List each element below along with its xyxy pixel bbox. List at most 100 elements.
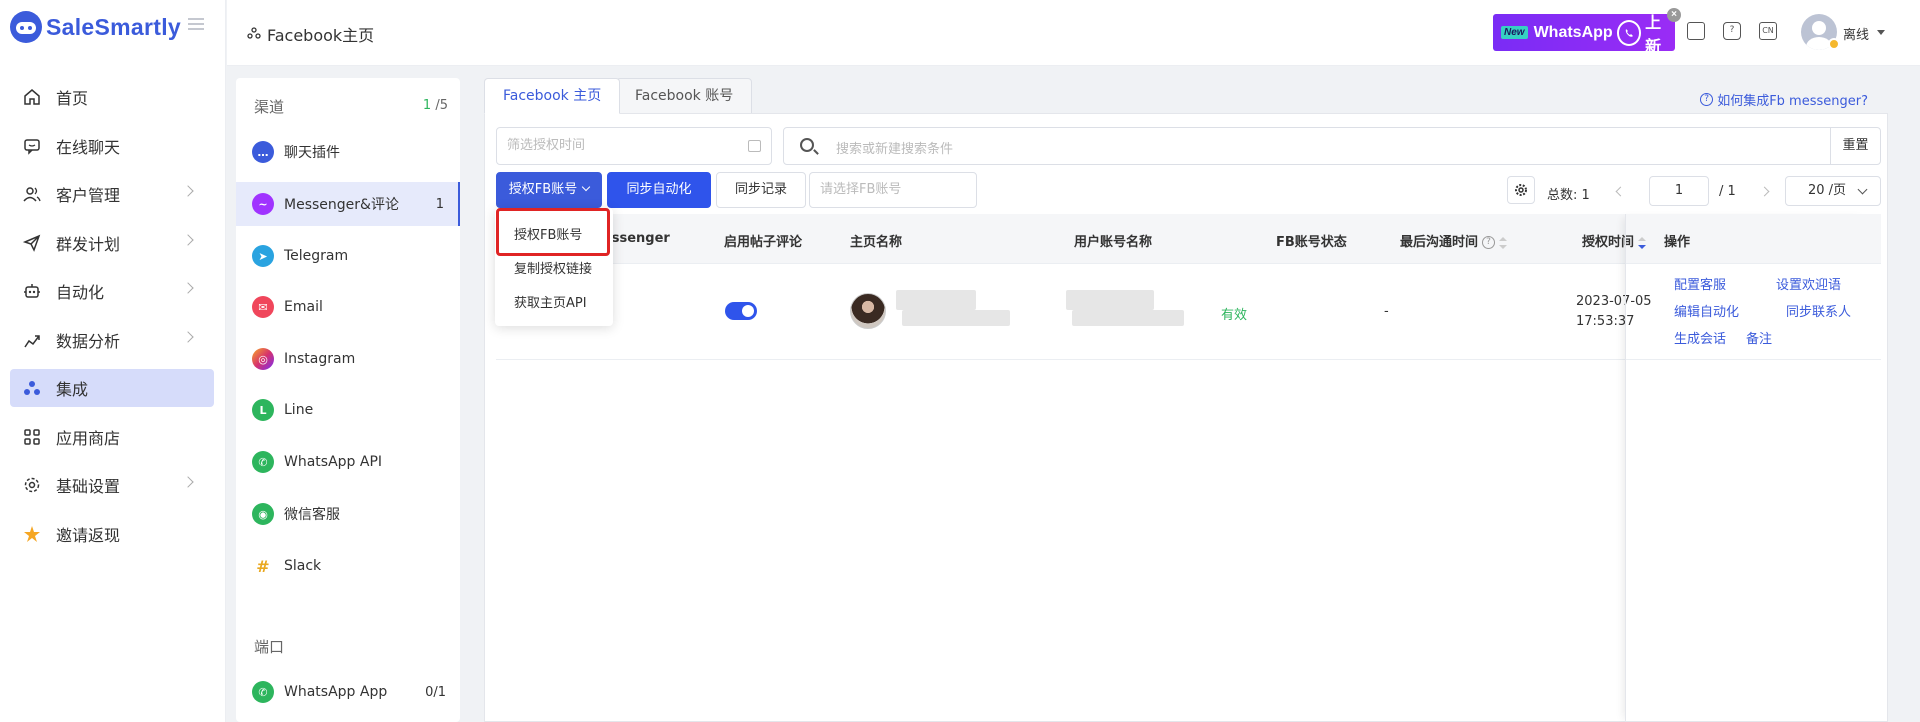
nav-item-broadcast[interactable]: 群发计划: [10, 224, 214, 262]
nav-item-app-store[interactable]: 应用商店: [10, 418, 214, 456]
page-list-panel: 筛选授权时间 搜索或新建搜索条件 重置 授权FB账号 同步自动化 同步记录 请选…: [484, 113, 1888, 722]
nav-label: 集成: [56, 380, 89, 399]
channel-label: Slack: [284, 558, 322, 574]
chevron-right-icon: [182, 185, 194, 197]
channel-item-line[interactable]: L Line: [236, 388, 460, 432]
channel-item-wechat[interactable]: ◉ 微信客服: [236, 492, 460, 536]
page-title-text: Facebook主页: [267, 26, 375, 45]
channel-label: Messenger&评论: [284, 197, 399, 213]
channel-item-chat-plugin[interactable]: … 聊天插件: [236, 130, 460, 174]
page-title: Facebook主页: [247, 22, 374, 46]
channel-item-telegram[interactable]: ➤ Telegram: [236, 234, 460, 278]
nav-label: 在线聊天: [56, 137, 121, 157]
channel-item-slack[interactable]: # Slack: [236, 544, 460, 588]
help-icon[interactable]: ?: [1723, 22, 1741, 40]
robot-logo-icon: [10, 11, 42, 43]
nav-label: 应用商店: [56, 428, 121, 448]
tab-facebook-page[interactable]: Facebook 主页: [484, 78, 621, 114]
nav-label: 基础设置: [56, 477, 121, 496]
nav-item-home[interactable]: 首页: [10, 78, 214, 116]
col-last-contact[interactable]: 最后沟通时间?: [1400, 231, 1508, 250]
channel-label: Email: [284, 299, 323, 315]
channel-item-email[interactable]: ✉ Email: [236, 285, 460, 329]
gear-icon: [1515, 184, 1527, 196]
app-name: SaleSmartly: [46, 13, 181, 40]
nav-item-automation[interactable]: 自动化: [10, 272, 214, 310]
new-badge: New: [1501, 26, 1528, 39]
authorize-fb-account-button[interactable]: 授权FB账号: [496, 172, 602, 208]
help-icon: ?: [1700, 93, 1714, 106]
post-comments-toggle[interactable]: [725, 302, 757, 320]
nav-item-analytics[interactable]: 数据分析: [10, 321, 214, 359]
main-content: Facebook 主页 Facebook 账号 ? 如何集成Fb messeng…: [484, 78, 1888, 722]
language-icon[interactable]: CN: [1759, 22, 1777, 40]
page-avatar: [850, 293, 886, 329]
next-page-icon[interactable]: [1759, 186, 1770, 197]
email-icon: ✉: [252, 296, 274, 318]
help-link[interactable]: ? 如何集成Fb messenger?: [1700, 90, 1868, 109]
sync-automation-button[interactable]: 同步自动化: [607, 172, 711, 208]
search-icon: [800, 138, 814, 152]
channel-item-whatsapp-api[interactable]: ✆ WhatsApp API: [236, 440, 460, 484]
help-link-text: 如何集成Fb messenger?: [1717, 94, 1868, 109]
channel-label: 聊天插件: [284, 145, 340, 161]
page-size-select[interactable]: 20 /页: [1785, 176, 1881, 206]
whatsapp-promo-banner[interactable]: New WhatsApp 上新 ×: [1493, 8, 1681, 56]
nav-label: 邀请返现: [56, 525, 121, 545]
fb-status-badge: 有效: [1221, 308, 1248, 323]
close-icon[interactable]: ×: [1667, 8, 1681, 22]
chat-icon: [22, 136, 42, 156]
nav-label: 自动化: [56, 283, 105, 302]
menu-toggle-icon[interactable]: [188, 18, 204, 30]
banner-brand: WhatsApp: [1533, 23, 1613, 41]
slack-icon: #: [252, 555, 274, 577]
sidebar: SaleSmartly 首页 在线聊天 客户管理 群发计划 自动化 数据分析 集…: [0, 0, 226, 722]
reset-button[interactable]: 重置: [1830, 128, 1880, 164]
main-nav: 首页 在线聊天 客户管理 群发计划 自动化 数据分析 集成 应用商店 基础设置 …: [10, 78, 214, 563]
calendar-icon: [748, 140, 761, 152]
caret-down-icon[interactable]: [1877, 30, 1885, 35]
nav-label: 客户管理: [56, 186, 121, 205]
wechat-icon: ◉: [252, 503, 274, 525]
sort-icon: [1499, 236, 1508, 249]
date-filter-input[interactable]: 筛选授权时间: [496, 127, 772, 165]
nav-item-customers[interactable]: 客户管理: [10, 175, 214, 213]
chart-icon: [22, 330, 42, 350]
channel-item-messenger[interactable]: ~ Messenger&评论 1: [236, 182, 460, 226]
channel-label: Telegram: [284, 248, 349, 264]
column-settings-button[interactable]: [1507, 176, 1535, 204]
col-post-comments: 启用帖子评论: [724, 235, 803, 250]
nav-label: 首页: [56, 89, 89, 108]
port-section-title: 端口: [254, 638, 285, 656]
messenger-icon: ~: [252, 193, 274, 215]
sync-record-button[interactable]: 同步记录: [716, 172, 806, 208]
channel-label: Line: [284, 402, 314, 418]
line-icon: L: [252, 399, 274, 421]
channel-item-instagram[interactable]: ◎ Instagram: [236, 337, 460, 381]
fixed-actions-column: [1625, 214, 1870, 722]
nav-item-settings[interactable]: 基础设置: [10, 466, 214, 504]
nav-item-invite[interactable]: 邀请返现: [10, 515, 214, 553]
col-user-account: 用户账号名称: [1074, 235, 1153, 250]
col-page-name: 主页名称: [850, 235, 903, 250]
book-icon[interactable]: [1687, 22, 1705, 40]
port-item-whatsapp-app[interactable]: ✆ WhatsApp App 0/1: [236, 670, 460, 714]
whatsapp-app-icon: ✆: [252, 681, 274, 703]
page-number-input[interactable]: 1: [1649, 176, 1709, 206]
nav-item-live-chat[interactable]: 在线聊天: [10, 127, 214, 165]
fb-account-select[interactable]: 请选择FB账号: [809, 172, 977, 208]
prev-page-icon[interactable]: [1615, 186, 1626, 197]
tab-facebook-account[interactable]: Facebook 账号: [616, 78, 753, 114]
page-total: / 1: [1719, 184, 1736, 199]
agent-status[interactable]: 离线: [1843, 24, 1869, 43]
dropdown-item-copy-link[interactable]: 复制授权链接: [495, 255, 613, 285]
telegram-icon: ➤: [252, 245, 274, 267]
chat-plugin-icon: …: [252, 141, 274, 163]
nav-item-integration[interactable]: 集成: [10, 369, 214, 407]
logo[interactable]: SaleSmartly: [10, 10, 181, 44]
dropdown-item-get-api[interactable]: 获取主页API: [495, 289, 613, 319]
highlight-box: [496, 208, 610, 256]
auth-button-label: 授权FB账号: [508, 182, 578, 197]
chevron-right-icon: [182, 233, 194, 246]
search-input[interactable]: 搜索或新建搜索条件 重置: [783, 127, 1881, 165]
